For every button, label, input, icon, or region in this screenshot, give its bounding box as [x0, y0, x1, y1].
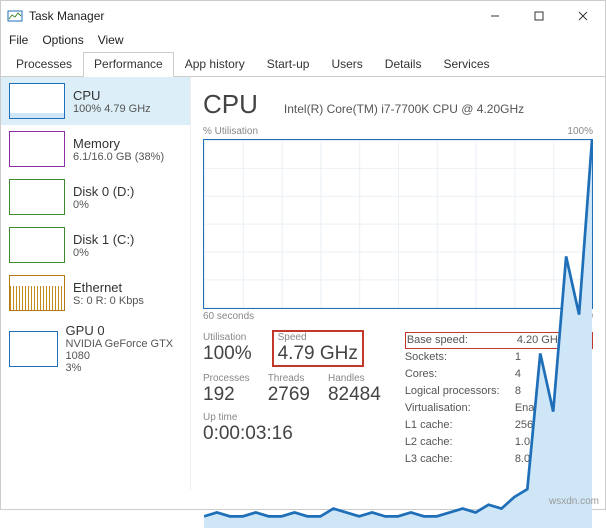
y-axis-max: 100%	[567, 126, 593, 137]
sidebar-item-cpu[interactable]: CPU100% 4.79 GHz	[1, 77, 190, 125]
disk-thumb-icon	[9, 227, 65, 263]
sidebar: CPU100% 4.79 GHz Memory6.1/16.0 GB (38%)…	[1, 77, 191, 490]
sidebar-item-sub: S: 0 R: 0 Kbps	[73, 295, 144, 307]
cpu-model: Intel(R) Core(TM) i7-7700K CPU @ 4.20GHz	[284, 102, 524, 116]
tab-app-history[interactable]: App history	[174, 52, 256, 77]
tab-startup[interactable]: Start-up	[256, 52, 321, 77]
tab-services[interactable]: Services	[432, 52, 500, 77]
cpu-thumb-icon	[9, 83, 65, 119]
sidebar-item-gpu0[interactable]: GPU 0NVIDIA GeForce GTX 1080 3%	[1, 317, 190, 380]
menu-view[interactable]: View	[98, 33, 124, 47]
sidebar-item-ethernet[interactable]: EthernetS: 0 R: 0 Kbps	[1, 269, 190, 317]
sidebar-item-label: Disk 1 (C:)	[73, 232, 134, 247]
task-manager-icon	[7, 8, 23, 24]
sidebar-item-label: CPU	[73, 88, 151, 103]
menu-bar: File Options View	[1, 31, 605, 51]
sidebar-item-disk0[interactable]: Disk 0 (D:)0%	[1, 173, 190, 221]
tab-details[interactable]: Details	[374, 52, 433, 77]
menu-file[interactable]: File	[9, 33, 28, 47]
close-button[interactable]	[561, 1, 605, 31]
sidebar-item-sub: 0%	[73, 199, 134, 211]
sidebar-item-label: Memory	[73, 136, 164, 151]
sidebar-item-sub: NVIDIA GeForce GTX 1080 3%	[66, 338, 182, 374]
sidebar-item-memory[interactable]: Memory6.1/16.0 GB (38%)	[1, 125, 190, 173]
tab-bar: Processes Performance App history Start-…	[1, 51, 605, 77]
sidebar-item-sub: 100% 4.79 GHz	[73, 103, 151, 115]
cpu-utilisation-chart	[203, 139, 593, 309]
sidebar-item-disk1[interactable]: Disk 1 (C:)0%	[1, 221, 190, 269]
tab-users[interactable]: Users	[320, 52, 373, 77]
sidebar-item-sub: 0%	[73, 247, 134, 259]
disk-thumb-icon	[9, 179, 65, 215]
window-title: Task Manager	[29, 9, 473, 23]
ethernet-thumb-icon	[9, 275, 65, 311]
title-bar: Task Manager	[1, 1, 605, 31]
menu-options[interactable]: Options	[42, 33, 83, 47]
maximize-button[interactable]	[517, 1, 561, 31]
minimize-button[interactable]	[473, 1, 517, 31]
sidebar-item-label: GPU 0	[66, 323, 182, 338]
page-title: CPU	[203, 89, 258, 120]
tab-processes[interactable]: Processes	[5, 52, 83, 77]
main-panel: CPU Intel(R) Core(TM) i7-7700K CPU @ 4.2…	[191, 77, 605, 490]
sidebar-item-label: Ethernet	[73, 280, 144, 295]
tab-performance[interactable]: Performance	[83, 52, 174, 77]
sidebar-item-sub: 6.1/16.0 GB (38%)	[73, 151, 164, 163]
gpu-thumb-icon	[9, 331, 58, 367]
y-axis-label: % Utilisation	[203, 126, 258, 137]
sidebar-item-label: Disk 0 (D:)	[73, 184, 134, 199]
memory-thumb-icon	[9, 131, 65, 167]
watermark: wsxdn.com	[549, 496, 599, 507]
